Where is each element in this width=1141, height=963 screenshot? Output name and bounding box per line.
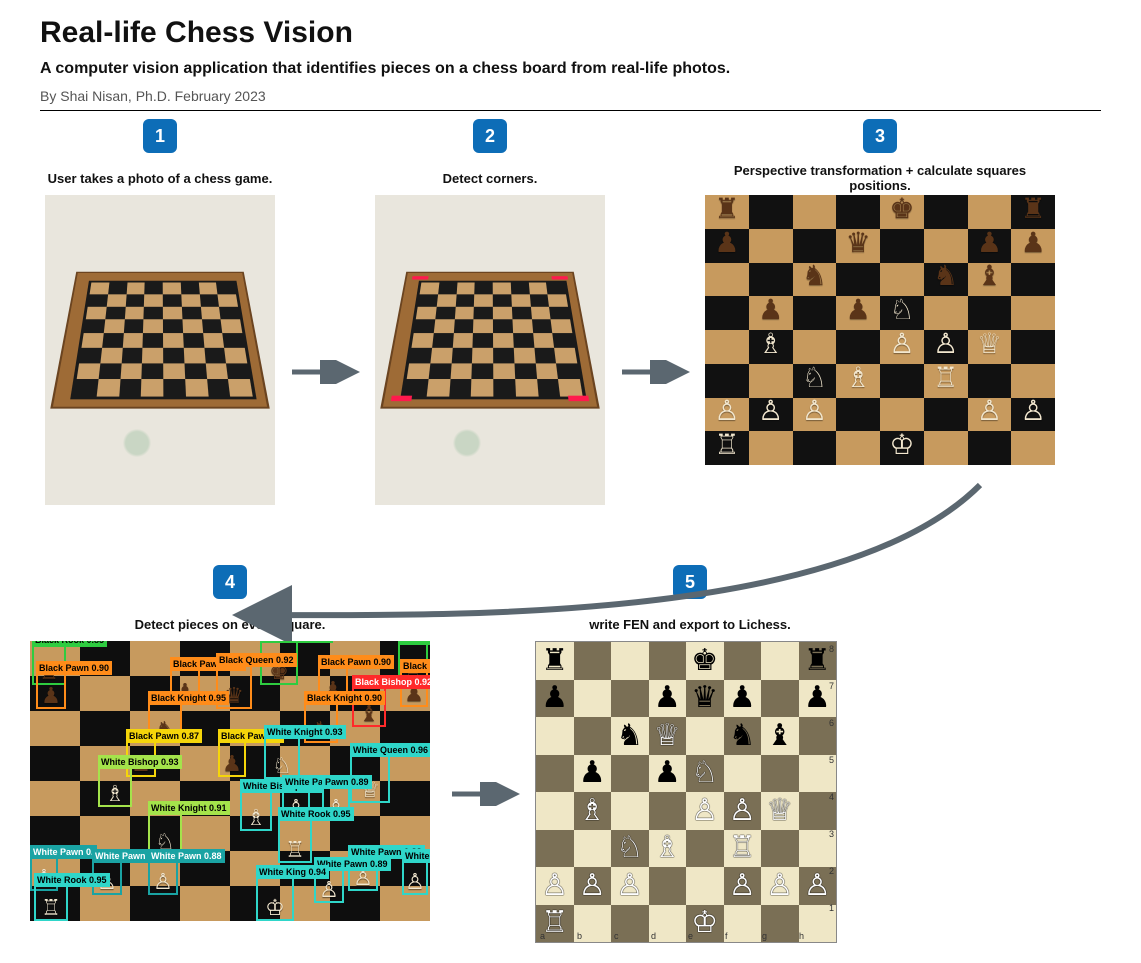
detection-box: White Rook 0.95♖: [34, 885, 68, 921]
detection-label: Black Pawn 0.87: [126, 729, 202, 743]
detection-label: Black Pawn 0.90: [36, 661, 112, 675]
rank-coord: 2: [829, 866, 834, 876]
detection-box: White Bishop 0.93♗: [98, 767, 132, 807]
step-badge-2: 2: [473, 119, 507, 153]
detection-box: White Pawn♙: [402, 861, 428, 895]
step-label-1: User takes a photo of a chess game.: [44, 161, 277, 195]
file-coord: c: [614, 931, 619, 941]
file-coord: g: [762, 931, 767, 941]
detection-box: White Pawn 0.88♙: [148, 861, 178, 895]
step-2: 2 Detect corners.: [370, 119, 610, 505]
step5-image: ♜♚♜8♟♟♛♟♟7♞♕♞♝6♟♟♘5♗♙♙♕4♘♗♖3♙♙♙♙♙♙2♖♔1ab…: [535, 641, 845, 943]
detection-label: Black Rook 0.85: [32, 641, 107, 647]
rank-coord: 1: [829, 903, 834, 913]
file-coord: h: [799, 931, 804, 941]
step-1: 1 User takes a photo of a chess game.: [40, 119, 280, 505]
detection-label: Black Pawn 0.90: [318, 655, 394, 669]
divider: [40, 110, 1101, 111]
detection-label: Black Queen 0.92: [216, 653, 297, 667]
arrow-4-5: [450, 782, 520, 806]
detection-label: White Pawn: [402, 849, 430, 863]
rank-coord: 4: [829, 792, 834, 802]
detection-label: Black Knight 0.95: [148, 691, 229, 705]
step3-image: ♜♚♜♟♛♟♟♞♞♝♟♟♘♗♙♙♕♘♗♖♙♙♙♙♙♖♔: [705, 195, 1055, 465]
page-subtitle: A computer vision application that ident…: [40, 60, 1101, 78]
detection-label: White Pawn 0.88: [148, 849, 225, 863]
step4-image: Black Rook 0.85♜Black King 0.91♚Black Ro…: [30, 641, 430, 921]
file-coord: e: [688, 931, 693, 941]
flow-row-1: 1 User takes a photo of a chess game. 2 …: [40, 119, 1101, 505]
detection-label: Black Knight 0.90: [304, 691, 385, 705]
detection-box: Black Pawn 0.♟: [218, 741, 246, 777]
step1-image: [45, 195, 275, 505]
detection-box: White King 0.94♔: [256, 877, 294, 921]
step-badge-3: 3: [863, 119, 897, 153]
detection-label: White Rook 0.95: [34, 873, 110, 887]
detection-label: Black Rook: [398, 641, 430, 645]
rank-coord: 3: [829, 829, 834, 839]
detection-label: White Bishop 0.93: [98, 755, 182, 769]
detection-box: White Bishop 0.92♗: [240, 791, 272, 831]
detection-label: White Queen 0.96: [350, 743, 430, 757]
rank-coord: 8: [829, 644, 834, 654]
step-label-3: Perspective transformation + calculate s…: [706, 161, 1054, 195]
detection-label: White Knight 0.93: [264, 725, 346, 739]
page-title: Real-life Chess Vision: [40, 16, 1101, 50]
rank-coord: 5: [829, 755, 834, 765]
step-label-2: Detect corners.: [439, 161, 542, 195]
arrow-1-2: [290, 360, 360, 384]
detection-label: Black Pawn: [400, 659, 430, 673]
step-badge-1: 1: [143, 119, 177, 153]
file-coord: b: [577, 931, 582, 941]
step-3: 3 Perspective transformation + calculate…: [700, 119, 1060, 465]
detection-box: Black Pawn 0.90♟: [36, 673, 66, 709]
detection-box: White Knight 0.93♘: [264, 737, 300, 779]
detection-label: White Rook 0.95: [278, 807, 354, 821]
file-coord: f: [725, 931, 728, 941]
detection-box: White Rook 0.95♖: [278, 819, 312, 863]
detection-label: Pawn 0.89: [322, 775, 372, 789]
file-coord: a: [540, 931, 545, 941]
step2-image: [375, 195, 605, 505]
rank-coord: 7: [829, 681, 834, 691]
rank-coord: 6: [829, 718, 834, 728]
detection-label: Black King 0.91: [260, 641, 333, 643]
file-coord: d: [651, 931, 656, 941]
detection-label: Black Bishop 0.92: [352, 675, 430, 689]
detection-label: White Pawn 0.: [30, 845, 97, 859]
detection-label: White King 0.94: [256, 865, 329, 879]
detection-label: White Knight 0.91: [148, 801, 230, 815]
byline: By Shai Nisan, Ph.D. February 2023: [40, 88, 1101, 104]
arrow-2-3: [620, 360, 690, 384]
